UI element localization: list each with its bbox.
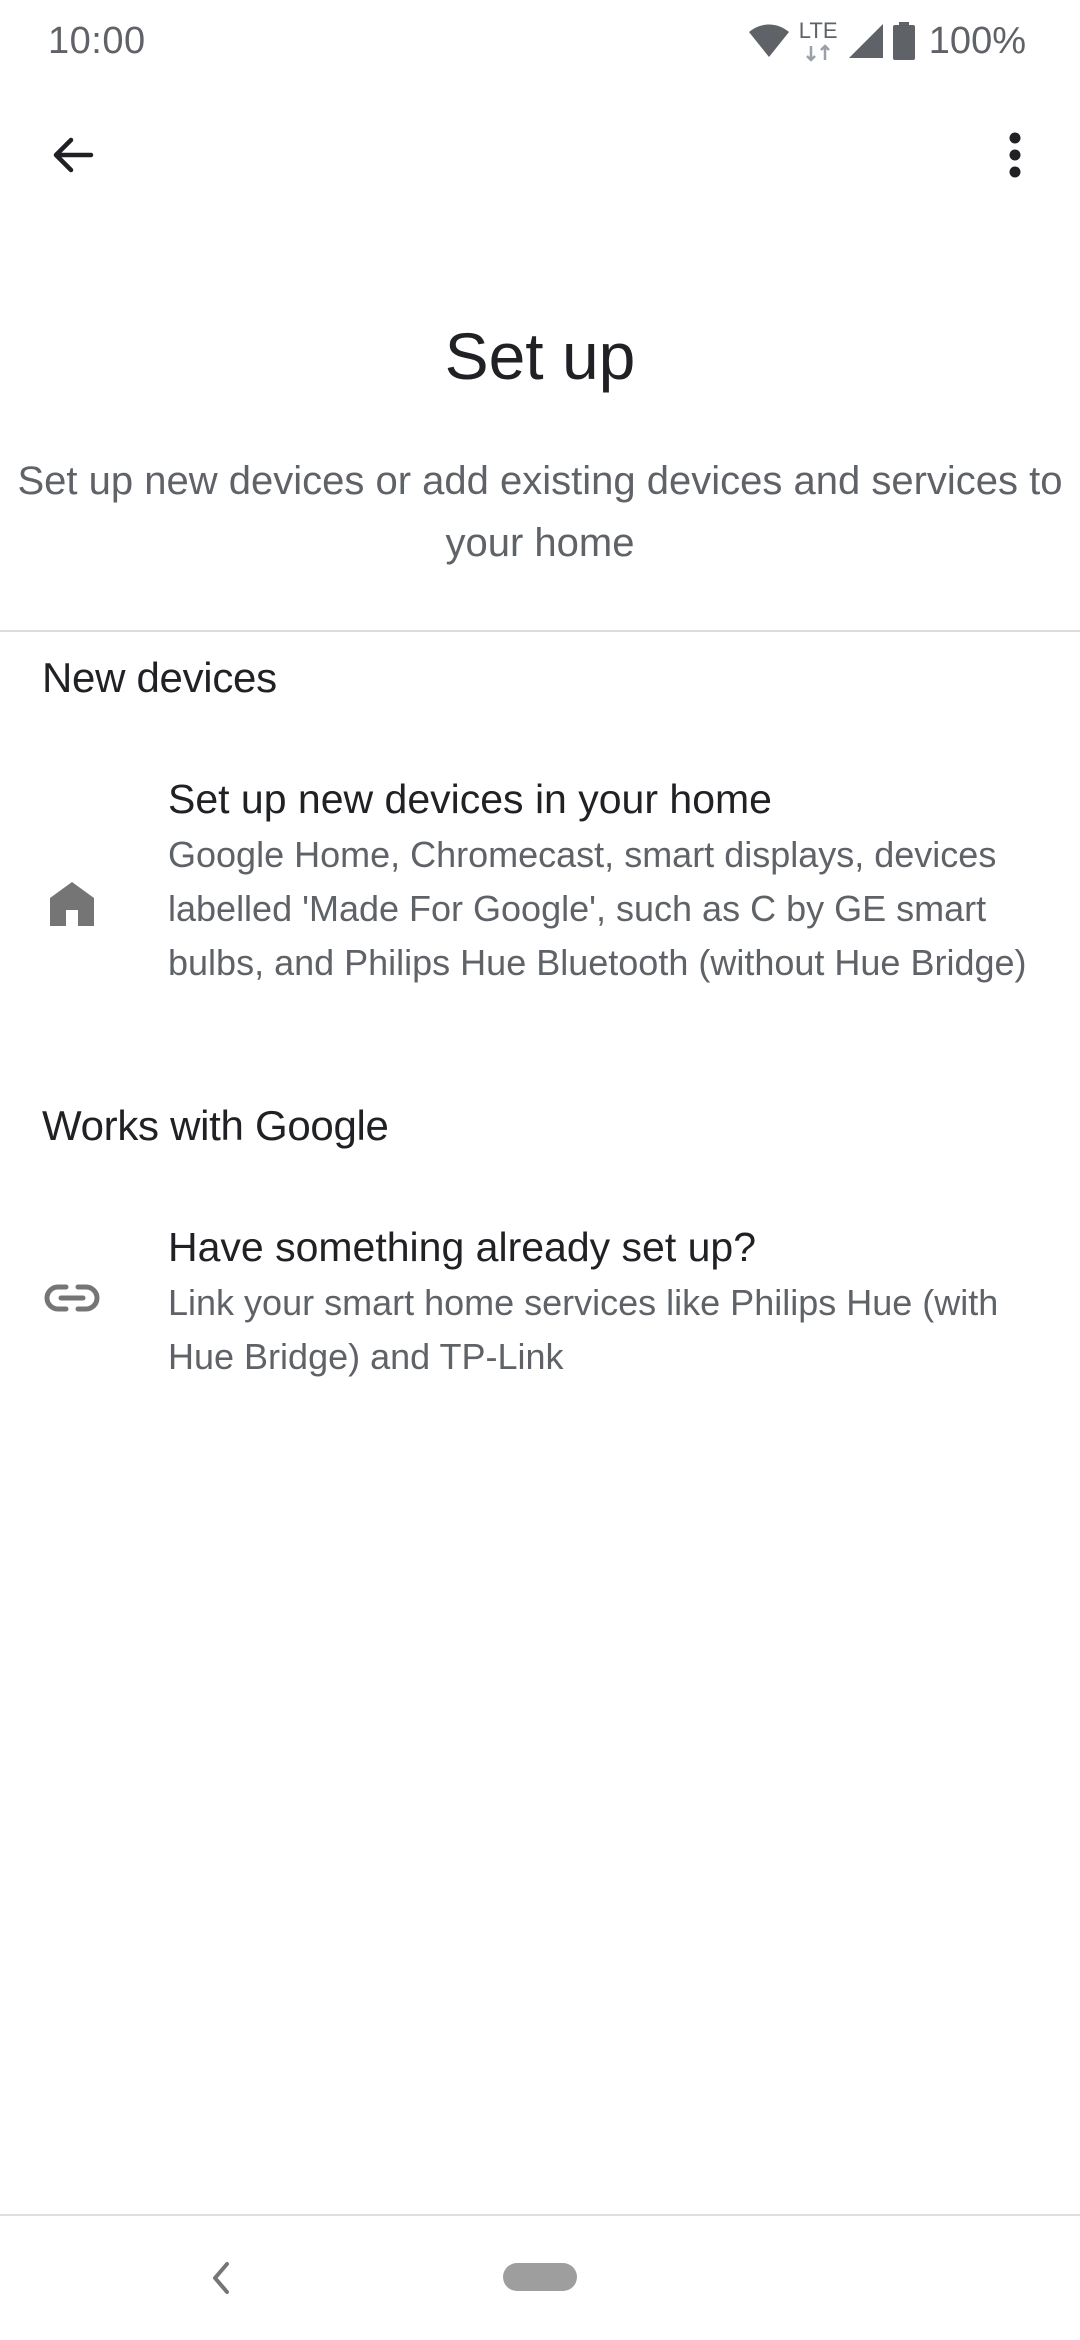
item-description: Google Home, Chromecast, smart displays,… — [168, 834, 1027, 983]
more-options-button[interactable] — [970, 112, 1060, 202]
lte-label: LTE — [798, 18, 838, 43]
list-item-setup-new-devices[interactable]: Set up new devices in your home Google H… — [0, 770, 1080, 1040]
nav-home-pill[interactable] — [503, 2263, 577, 2291]
page-title: Set up — [444, 319, 636, 393]
screen: 10:00 LTE 100% Set up Set up new devices… — [0, 0, 1080, 2340]
back-button[interactable] — [28, 112, 118, 202]
page-subtitle: Set up new devices or add existing devic… — [17, 459, 1063, 565]
status-icons: LTE 100% — [748, 18, 1026, 64]
item-title: Set up new devices in your home — [168, 776, 772, 822]
battery-icon — [892, 22, 915, 60]
signal-icon — [848, 24, 883, 58]
status-time: 10:00 — [48, 20, 146, 62]
item-description: Link your smart home services like Phili… — [168, 1282, 999, 1377]
battery-percentage: 100% — [928, 19, 1026, 62]
section-title-works-with-google: Works with Google — [42, 1102, 389, 1149]
nav-back-icon — [209, 2260, 233, 2301]
header-divider — [0, 630, 1080, 632]
list-item-link-services[interactable]: Have something already set up? Link your… — [0, 1218, 1080, 1388]
app-bar — [0, 100, 1080, 212]
wifi-icon — [748, 24, 789, 58]
more-vert-icon — [1007, 132, 1023, 183]
section-title-new-devices: New devices — [42, 654, 277, 701]
status-bar: 10:00 LTE 100% — [0, 0, 1080, 84]
home-icon — [42, 874, 102, 934]
nav-back-button[interactable] — [196, 2250, 246, 2310]
navigation-bar — [0, 2216, 1080, 2340]
item-text: Set up new devices in your home Google H… — [168, 770, 1048, 990]
link-icon — [42, 1268, 102, 1328]
item-text: Have something already set up? Link your… — [168, 1218, 1048, 1384]
item-title: Have something already set up? — [168, 1224, 757, 1270]
arrow-back-icon — [49, 131, 97, 184]
lte-icon: LTE — [799, 18, 839, 64]
